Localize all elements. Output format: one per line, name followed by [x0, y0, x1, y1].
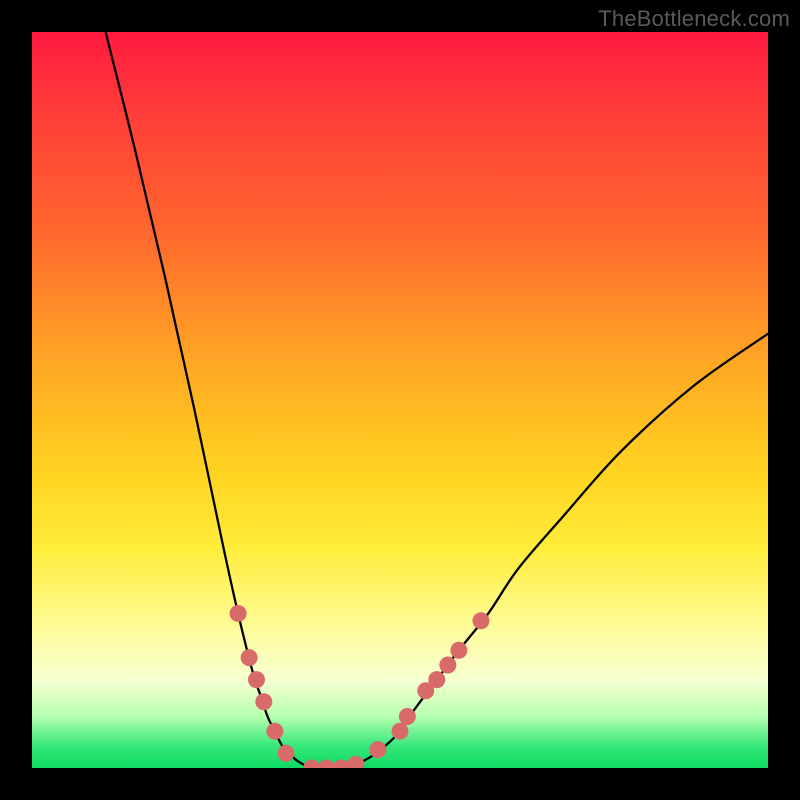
marker-dot — [255, 693, 272, 710]
marker-dot — [369, 741, 386, 758]
marker-dot — [399, 708, 416, 725]
marker-dot — [241, 649, 258, 666]
marker-dot — [439, 656, 456, 673]
marker-dot — [230, 605, 247, 622]
chart-frame: TheBottleneck.com — [0, 0, 800, 800]
marker-dot — [347, 756, 364, 768]
marker-dot — [472, 612, 489, 629]
watermark-text: TheBottleneck.com — [598, 6, 790, 32]
bottleneck-curve — [106, 32, 768, 768]
marker-points — [230, 605, 490, 768]
marker-dot — [333, 760, 350, 769]
marker-dot — [277, 745, 294, 762]
marker-dot — [248, 671, 265, 688]
marker-dot — [318, 760, 335, 769]
marker-dot — [450, 642, 467, 659]
marker-dot — [266, 723, 283, 740]
marker-dot — [303, 760, 320, 769]
marker-dot — [428, 671, 445, 688]
marker-dot — [392, 723, 409, 740]
chart-svg — [32, 32, 768, 768]
plot-area — [32, 32, 768, 768]
